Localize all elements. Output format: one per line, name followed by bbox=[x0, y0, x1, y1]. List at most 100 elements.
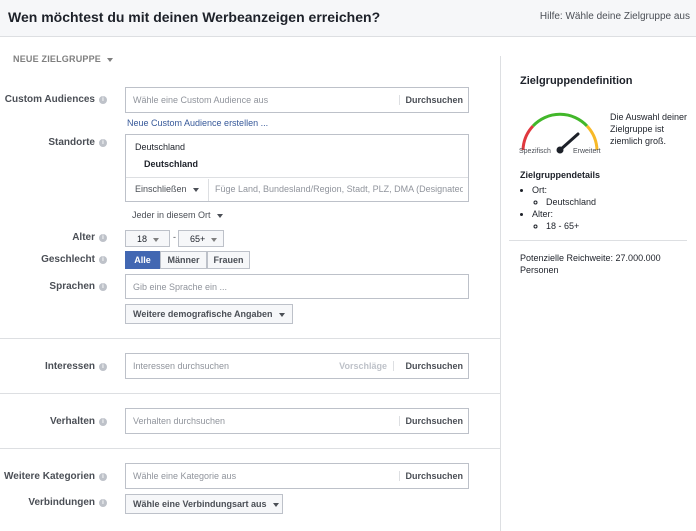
custom-audiences-label-text: Custom Audiences bbox=[4, 94, 95, 105]
gauge-pivot bbox=[556, 146, 564, 154]
location-country: Deutschland bbox=[135, 142, 186, 152]
connections-dropdown[interactable]: Wähle eine Verbindungsart aus bbox=[125, 494, 283, 514]
targeting-form: NEUE ZIELGRUPPE Custom Audiences i Wähle … bbox=[0, 37, 500, 531]
behaviors-browse-button[interactable]: Durchsuchen bbox=[399, 416, 463, 426]
age-max-select[interactable]: 65+ bbox=[178, 230, 224, 247]
new-audience-label: NEUE ZIELGRUPPE bbox=[13, 54, 102, 64]
info-icon[interactable]: i bbox=[99, 499, 107, 507]
info-icon[interactable]: i bbox=[99, 256, 107, 264]
divider bbox=[0, 448, 500, 449]
interests-label-text: Interessen bbox=[44, 361, 95, 372]
interests-browse-button[interactable]: Durchsuchen bbox=[400, 361, 463, 371]
divider bbox=[126, 177, 468, 178]
age-label-text: Alter bbox=[72, 232, 95, 243]
locations-label-text: Standorte bbox=[48, 137, 95, 148]
more-categories-input[interactable]: Wähle eine Kategorie aus Durchsuchen bbox=[125, 463, 469, 489]
age-separator: - bbox=[173, 232, 176, 242]
more-categories-label-text: Weitere Kategorien bbox=[4, 471, 95, 482]
behaviors-input[interactable]: Verhalten durchsuchen Durchsuchen bbox=[125, 408, 469, 434]
age-label: Alter i bbox=[0, 232, 107, 243]
age-min-select[interactable]: 18 bbox=[125, 230, 170, 247]
audience-size-description: Die Auswahl deiner Zielgruppe ist ziemli… bbox=[610, 112, 688, 146]
divider bbox=[509, 240, 687, 241]
new-audience-dropdown[interactable]: NEUE ZIELGRUPPE bbox=[13, 54, 114, 64]
more-categories-browse-button[interactable]: Durchsuchen bbox=[399, 471, 463, 481]
create-custom-audience-link[interactable]: Neue Custom Audience erstellen ... bbox=[127, 118, 268, 128]
custom-audiences-label: Custom Audiences i bbox=[0, 94, 107, 105]
chevron-down-icon bbox=[216, 213, 223, 218]
location-type-dropdown[interactable]: Jeder in diesem Ort bbox=[132, 210, 223, 220]
more-demographics-button[interactable]: Weitere demografische Angaben bbox=[125, 304, 293, 324]
behaviors-placeholder: Verhalten durchsuchen bbox=[133, 416, 226, 426]
locations-label: Standorte i bbox=[0, 137, 107, 148]
divider bbox=[0, 393, 500, 394]
interests-placeholder: Interessen durchsuchen bbox=[133, 361, 230, 371]
gauge-label-broad: Erweitert bbox=[573, 148, 601, 155]
location-search-input[interactable]: Füge Land, Bundesland/Region, Stadt, PLZ… bbox=[215, 184, 463, 194]
gender-toggle: Alle Männer Frauen bbox=[125, 251, 250, 269]
languages-label-text: Sprachen bbox=[49, 281, 95, 292]
chevron-down-icon bbox=[153, 237, 160, 242]
info-icon[interactable]: i bbox=[99, 363, 107, 371]
detail-location-label: Ort: bbox=[532, 185, 547, 195]
interests-label: Interessen i bbox=[0, 361, 107, 372]
info-icon[interactable]: i bbox=[99, 473, 107, 481]
audience-definition-panel: Zielgruppendefinition Spezifisch Erweite… bbox=[500, 56, 696, 531]
detail-age-value: 18 - 65+ bbox=[546, 220, 596, 232]
detail-location: Ort: Deutschland bbox=[532, 184, 596, 208]
info-icon[interactable]: i bbox=[99, 418, 107, 426]
potential-reach: Potenzielle Reichweite: 27.000.000 Perso… bbox=[520, 253, 661, 275]
gender-option-all[interactable]: Alle bbox=[125, 251, 160, 269]
location-selected[interactable]: Deutschland bbox=[144, 159, 198, 169]
gauge-yellow-segment bbox=[585, 124, 599, 151]
info-icon[interactable]: i bbox=[99, 96, 107, 104]
interests-input[interactable]: Interessen durchsuchen Vorschläge Durchs… bbox=[125, 353, 469, 379]
detail-age-label: Alter: bbox=[532, 209, 554, 219]
gauge-green-segment bbox=[531, 112, 589, 128]
connections-label-text: Verbindungen bbox=[28, 497, 95, 508]
detail-age: Alter: 18 - 65+ bbox=[532, 208, 596, 232]
behaviors-label: Verhalten i bbox=[0, 416, 107, 427]
chevron-down-icon bbox=[278, 312, 285, 317]
language-placeholder: Gib eine Sprache ein ... bbox=[133, 282, 228, 292]
more-categories-label: Weitere Kategorien i bbox=[0, 471, 107, 482]
audience-details-title: Zielgruppendetails bbox=[520, 170, 601, 180]
connections-dropdown-label: Wähle eine Verbindungsart aus bbox=[133, 499, 267, 509]
chevron-down-icon bbox=[211, 237, 218, 242]
age-max-value: 65+ bbox=[190, 234, 206, 244]
chevron-down-icon bbox=[107, 57, 114, 62]
age-min-value: 18 bbox=[137, 234, 148, 244]
gauge-red-segment bbox=[521, 124, 535, 151]
help-link[interactable]: Hilfe: Wähle deine Zielgruppe aus bbox=[540, 11, 690, 22]
behaviors-label-text: Verhalten bbox=[49, 416, 95, 427]
languages-label: Sprachen i bbox=[0, 281, 107, 292]
info-icon[interactable]: i bbox=[99, 139, 107, 147]
custom-audience-input[interactable]: Wähle eine Custom Audience aus Durchsuch… bbox=[125, 87, 469, 113]
location-type-label: Jeder in diesem Ort bbox=[132, 210, 211, 220]
include-dropdown-label: Einschließen bbox=[135, 184, 187, 194]
gender-option-men[interactable]: Männer bbox=[160, 251, 207, 269]
custom-audience-placeholder: Wähle eine Custom Audience aus bbox=[133, 95, 269, 105]
chevron-down-icon bbox=[192, 187, 199, 192]
info-icon[interactable]: i bbox=[99, 234, 107, 242]
gender-label: Geschlecht i bbox=[0, 254, 107, 265]
page-header: Wen möchtest du mit deinen Werbeanzeigen… bbox=[0, 0, 696, 37]
page-title: Wen möchtest du mit deinen Werbeanzeigen… bbox=[8, 9, 381, 25]
detail-location-value: Deutschland bbox=[546, 196, 596, 208]
locations-box: Deutschland Deutschland Einschließen Füg… bbox=[125, 134, 469, 202]
connections-label: Verbindungen i bbox=[0, 497, 107, 508]
audience-details-list: Ort: Deutschland Alter: 18 - 65+ bbox=[520, 184, 596, 232]
gender-option-women[interactable]: Frauen bbox=[207, 251, 250, 269]
divider bbox=[208, 179, 209, 201]
audience-definition-title: Zielgruppendefinition bbox=[520, 75, 633, 87]
more-demographics-label: Weitere demografische Angaben bbox=[133, 309, 273, 319]
info-icon[interactable]: i bbox=[99, 283, 107, 291]
include-dropdown[interactable]: Einschließen bbox=[135, 184, 199, 194]
language-input[interactable]: Gib eine Sprache ein ... bbox=[125, 274, 469, 299]
divider bbox=[0, 338, 500, 339]
gender-label-text: Geschlecht bbox=[41, 254, 95, 265]
more-categories-placeholder: Wähle eine Kategorie aus bbox=[133, 471, 237, 481]
gauge-label-specific: Spezifisch bbox=[519, 148, 551, 155]
interests-suggestions-button[interactable]: Vorschläge bbox=[339, 361, 394, 371]
custom-audience-browse-button[interactable]: Durchsuchen bbox=[399, 95, 463, 105]
